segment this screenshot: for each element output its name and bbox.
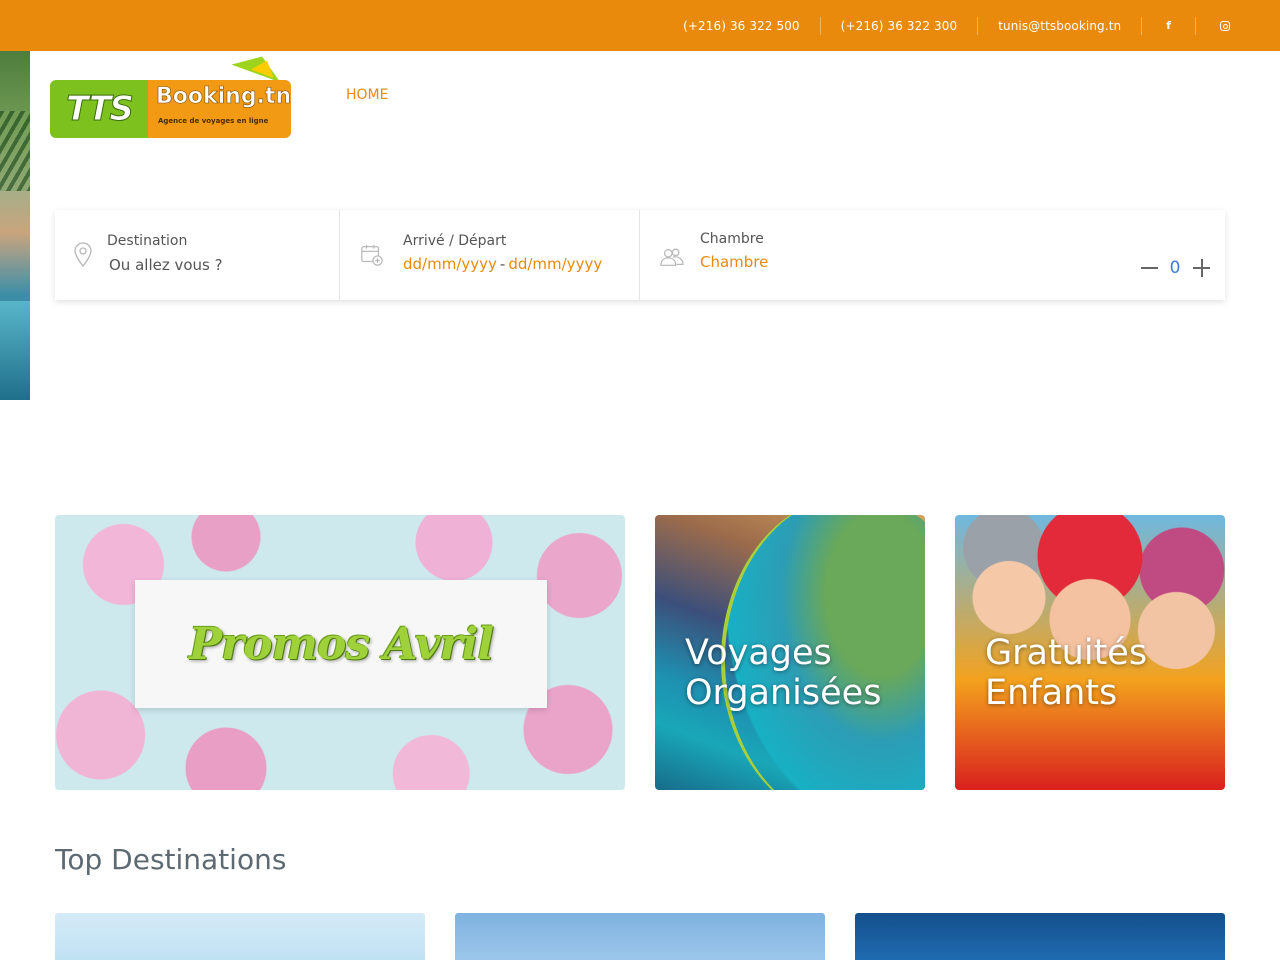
date-separator: -	[499, 255, 506, 273]
phone-link-2[interactable]: (+216) 36 322 300	[821, 16, 979, 35]
promo-banner-voyages[interactable]: Voyages Organisées	[655, 515, 925, 790]
hotel-search-bar: Destination Ou allez vous ? Arrivé / Dép…	[55, 210, 1225, 300]
dates-field[interactable]: Arrivé / Départ dd/mm/yyyy - dd/mm/yyyy	[340, 210, 640, 300]
destination-input[interactable]: Ou allez vous ?	[109, 256, 223, 274]
map-pin-icon	[74, 242, 92, 268]
promo-voyages-line1: Voyages	[685, 633, 832, 673]
promo-voyages-title: Voyages Organisées	[685, 633, 881, 713]
room-stepper: 0	[1139, 258, 1211, 278]
facebook-icon[interactable]: f	[1142, 16, 1196, 35]
logo-name: Booking.tn	[156, 84, 291, 110]
destination-card[interactable]	[455, 913, 825, 960]
phone-link-1[interactable]: (+216) 36 322 500	[663, 16, 821, 35]
destination-label: Destination	[107, 233, 188, 249]
date-range-value[interactable]: dd/mm/yyyy - dd/mm/yyyy	[403, 255, 602, 273]
site-logo[interactable]: TTS Booking.tn Agence de voyages en lign…	[50, 47, 291, 140]
promo-enfants-line2: Enfants	[985, 673, 1118, 713]
checkout-date[interactable]: dd/mm/yyyy	[508, 255, 602, 273]
destination-card[interactable]	[55, 913, 425, 960]
dates-label: Arrivé / Départ	[403, 233, 507, 249]
top-destinations-title: Top Destinations	[55, 843, 287, 876]
promo-banner-enfants[interactable]: Gratuités Enfants	[955, 515, 1225, 790]
instagram-icon[interactable]	[1196, 17, 1230, 35]
plus-icon[interactable]	[1191, 258, 1211, 278]
promo-card: Promos Avril	[135, 580, 547, 708]
promo-enfants-title: Gratuités Enfants	[985, 633, 1147, 713]
minus-icon[interactable]	[1139, 258, 1159, 278]
promo-banner-avril[interactable]: Promos Avril	[55, 515, 625, 790]
logo-mark: TTS	[66, 89, 135, 130]
room-count: 0	[1169, 258, 1181, 278]
promo-title: Promos Avril	[188, 618, 494, 670]
promo-enfants-line1: Gratuités	[985, 633, 1148, 673]
nav-home-link[interactable]: HOME	[346, 87, 388, 103]
destination-field[interactable]: Destination Ou allez vous ?	[55, 210, 340, 300]
promo-voyages-line2: Organisées	[685, 673, 882, 713]
umbrella-icon	[231, 47, 287, 83]
logo-tagline: Agence de voyages en ligne	[158, 117, 269, 125]
calendar-add-icon	[361, 244, 383, 266]
top-bar: (+216) 36 322 500 (+216) 36 322 300 tuni…	[0, 0, 1280, 51]
room-field[interactable]: Chambre Chambre 0	[640, 210, 1225, 300]
email-link[interactable]: tunis@ttsbooking.tn	[978, 16, 1143, 35]
room-value[interactable]: Chambre	[700, 253, 768, 271]
contact-bar: (+216) 36 322 500 (+216) 36 322 300 tuni…	[663, 0, 1230, 51]
checkin-date[interactable]: dd/mm/yyyy	[403, 255, 497, 273]
destination-card[interactable]	[855, 913, 1225, 960]
room-label: Chambre	[700, 231, 764, 247]
users-icon	[660, 248, 684, 266]
hero-background-image	[0, 51, 30, 400]
